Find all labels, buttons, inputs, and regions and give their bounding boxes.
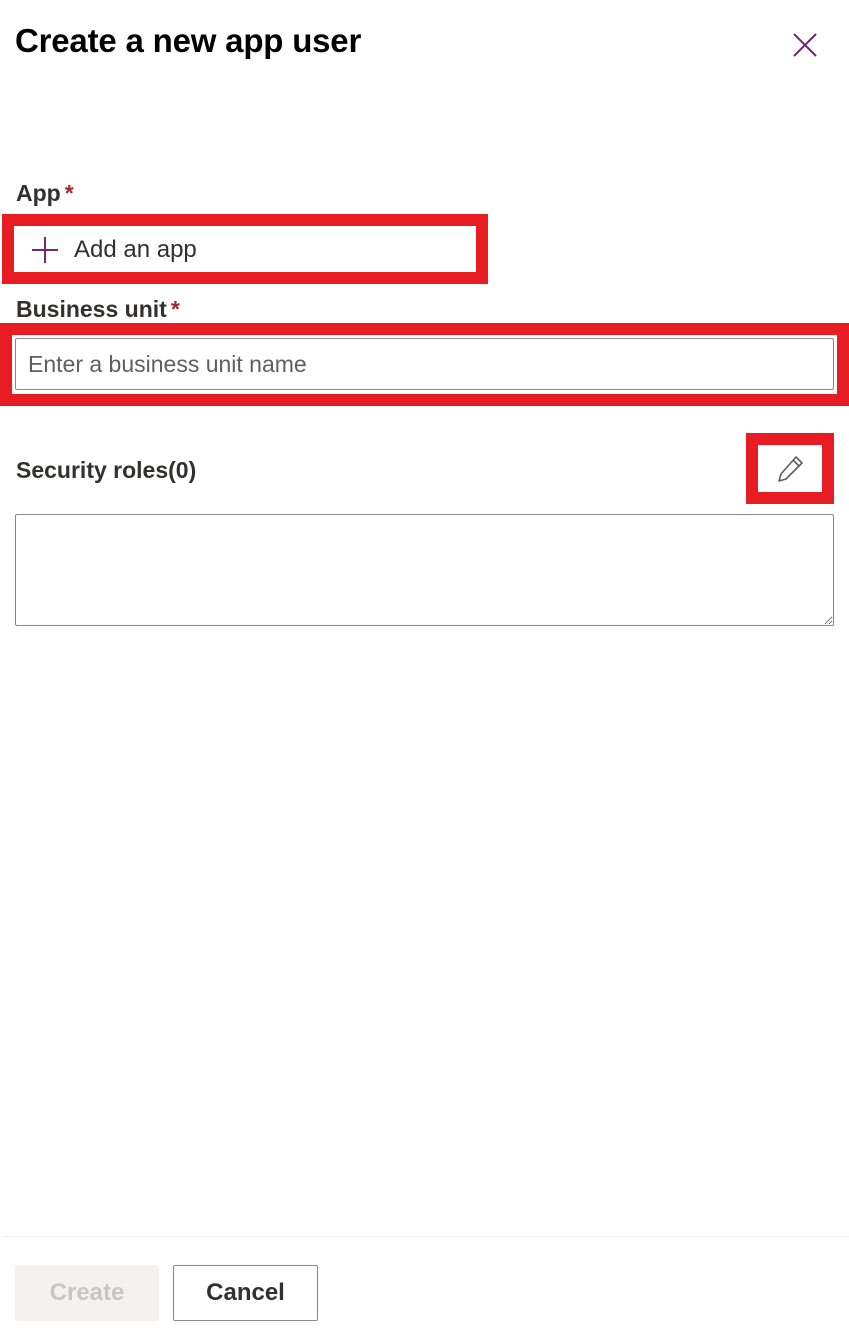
business-unit-label-text: Business unit xyxy=(16,296,167,322)
add-app-label: Add an app xyxy=(74,236,197,263)
footer-divider xyxy=(4,1236,849,1237)
required-marker: * xyxy=(64,180,74,206)
security-roles-textarea[interactable] xyxy=(15,514,834,626)
cancel-button[interactable]: Cancel xyxy=(173,1265,318,1321)
close-button[interactable] xyxy=(788,28,822,62)
edit-security-roles-button[interactable] xyxy=(758,445,822,492)
pencil-icon xyxy=(778,455,803,482)
plus-icon xyxy=(26,231,64,269)
close-icon xyxy=(793,33,817,57)
business-unit-input[interactable] xyxy=(15,338,834,390)
app-label: App * xyxy=(16,180,74,207)
business-unit-label: Business unit * xyxy=(16,296,180,323)
page-title: Create a new app user xyxy=(15,22,362,59)
security-roles-label: Security roles(0) xyxy=(16,457,197,483)
app-label-text: App xyxy=(16,180,61,206)
create-button[interactable]: Create xyxy=(15,1265,159,1321)
add-app-button[interactable]: Add an app xyxy=(26,229,476,271)
create-app-user-panel: Create a new app user App * Add an app Bu… xyxy=(0,0,849,1342)
required-marker: * xyxy=(170,296,180,322)
